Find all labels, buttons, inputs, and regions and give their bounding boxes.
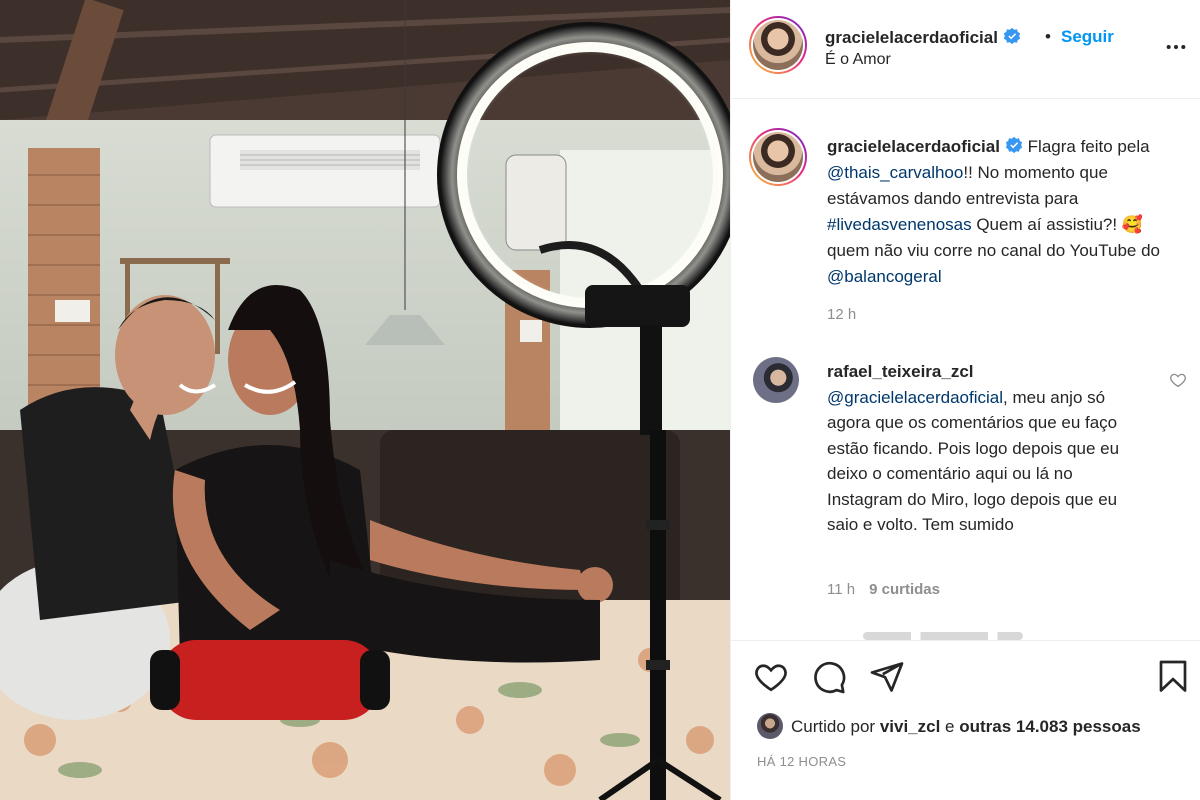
comment-mention[interactable]: @gracielelacerdaoficial [827,388,1003,407]
post-photo[interactable] [0,0,730,800]
caption-timestamp[interactable]: 12 h [827,306,856,323]
comment-text: rafael_teixeira_zcl @gracielelacerdaofici… [827,359,1147,538]
post-header: gracielelacerdaoficial • Seguir É o Amor [731,0,1200,99]
comment-icon[interactable] [811,659,847,695]
follow-button[interactable]: Seguir [1061,27,1114,47]
liker-avatar[interactable] [757,713,783,739]
commenter-avatar[interactable] [753,357,799,403]
caption-author-avatar[interactable] [749,128,807,186]
smiling-hearts-emoji: 🥰 [1121,215,1144,234]
caption-author-username[interactable]: gracielelacerdaoficial [827,136,1023,156]
bookmark-icon[interactable] [1155,659,1191,695]
caption-author-text[interactable]: gracielelacerdaoficial [827,137,1000,156]
share-icon[interactable] [869,659,905,695]
heart-icon[interactable] [753,659,789,695]
caption-mention-balanco[interactable]: @balancogeral [827,267,942,286]
likes-others-count[interactable]: outras 14.083 pessoas [959,717,1140,736]
partially-hidden-comment [863,632,1023,640]
liker-username[interactable]: vivi_zcl [880,717,941,736]
comment-like-heart-icon[interactable] [1169,371,1187,389]
caption-mention-thais[interactable]: @thais_carvalhoo [827,163,963,182]
verified-icon [1005,136,1023,154]
caption-hashtag[interactable]: #livedasvenenosas [827,215,972,234]
post-photo-illustration [0,0,730,800]
caption-text: gracielelacerdaoficial Flagra feito pela… [827,134,1177,290]
caption-part-4: quem não viu corre no canal do YouTube d… [827,241,1161,260]
post-side-panel: gracielelacerdaoficial • Seguir É o Amor… [730,0,1200,800]
caption-part-1: Flagra feito pela [1022,137,1150,156]
post-timestamp[interactable]: HÁ 12 HORAS [757,754,846,769]
likes-prefix: Curtido por [791,717,880,736]
commenter-username[interactable]: rafael_teixeira_zcl [827,362,974,381]
author-username[interactable]: gracielelacerdaoficial [825,27,1021,48]
comment-meta: 11 h 9 curtidas [827,581,940,598]
comment-timestamp[interactable]: 11 h [827,581,855,598]
post-actions: Curtido por vivi_zcl e outras 14.083 pes… [731,640,1200,800]
post-location[interactable]: É o Amor [825,51,891,69]
likes-conjunction: e [940,717,960,736]
author-avatar[interactable] [749,16,807,74]
verified-icon [1003,27,1021,45]
likes-summary: Curtido por vivi_zcl e outras 14.083 pes… [757,713,1141,739]
header-separator: • [1045,27,1051,46]
caption-part-3: Quem aí assistiu?! [971,215,1122,234]
author-username-text[interactable]: gracielelacerdaoficial [825,28,998,47]
comment-likes-count[interactable]: 9 curtidas [869,581,940,598]
comment-body: , meu anjo só agora que os comentários q… [827,387,1120,535]
comments-list[interactable]: gracielelacerdaoficial Flagra feito pela… [731,100,1200,640]
more-options-icon[interactable] [1165,36,1187,58]
